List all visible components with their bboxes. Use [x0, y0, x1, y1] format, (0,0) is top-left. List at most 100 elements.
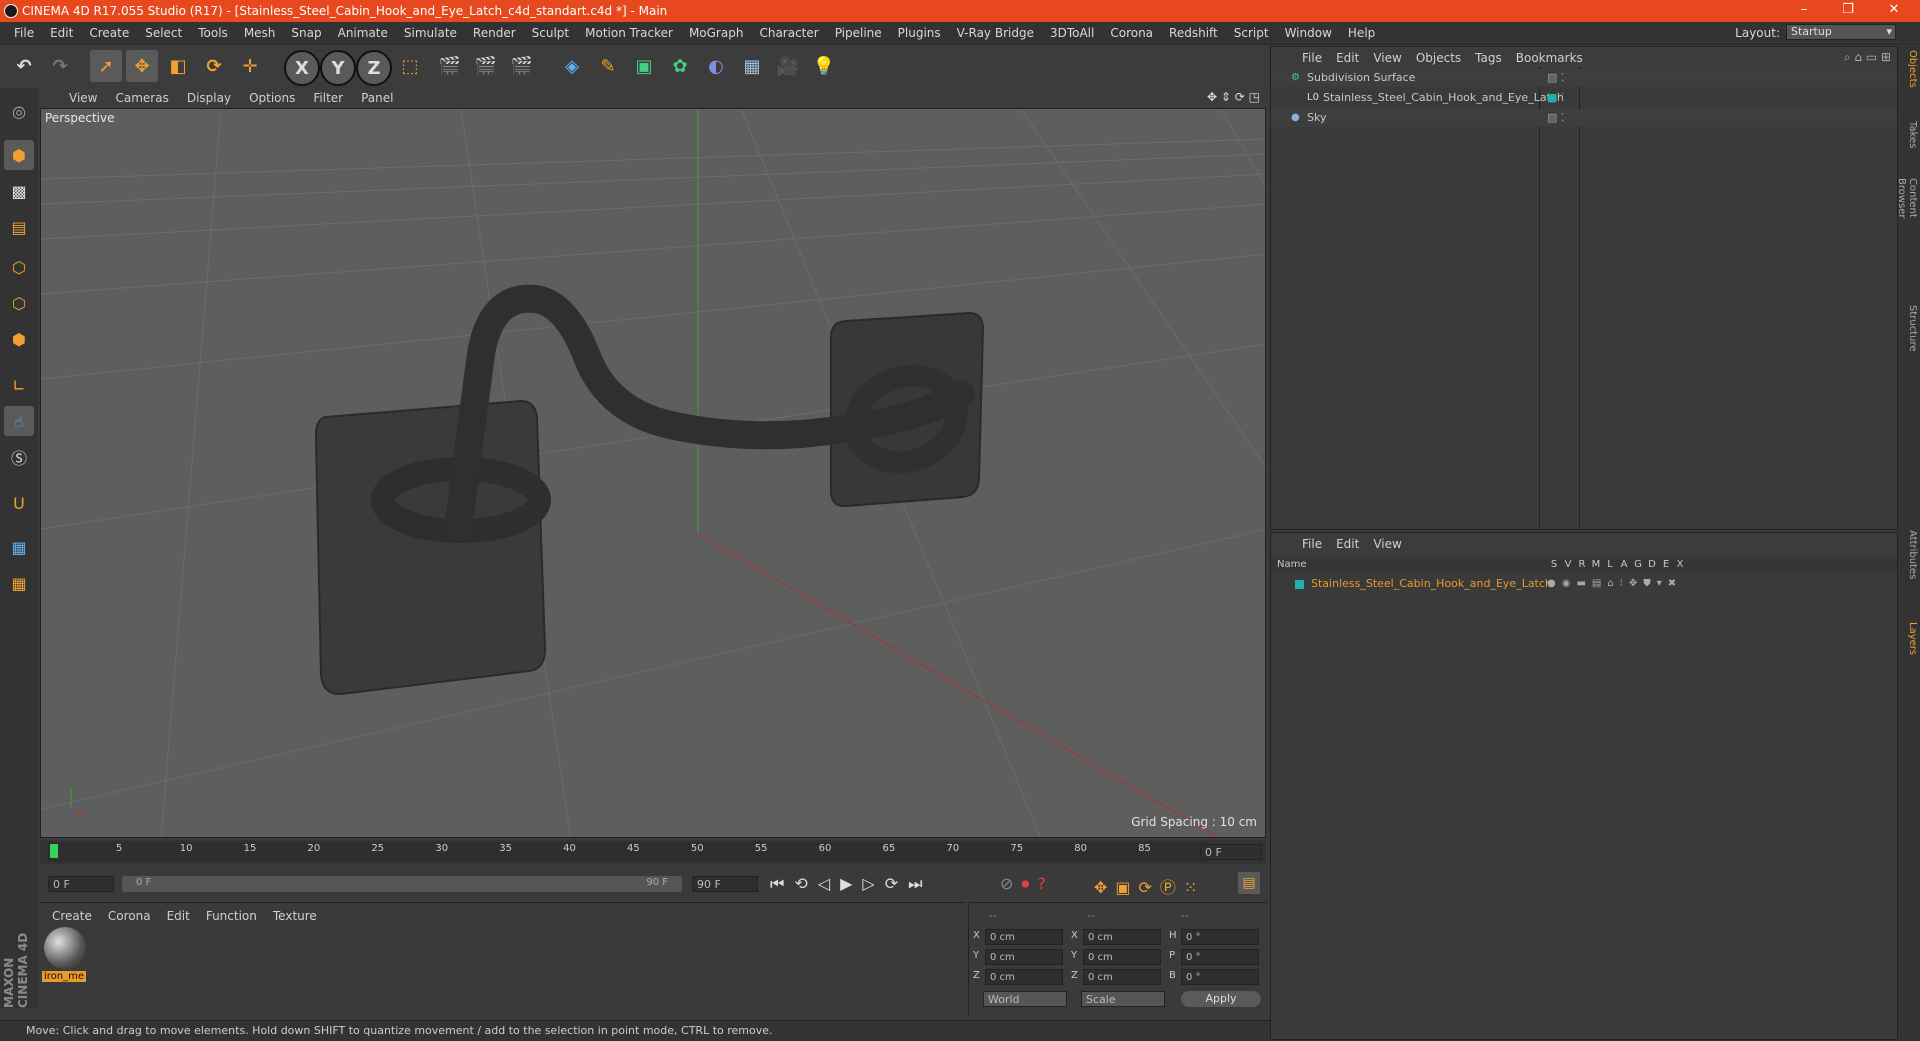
layer-menu-edit[interactable]: Edit: [1329, 537, 1366, 551]
object-tree-item[interactable]: ⚙ Subdivision Surface ▨ ⁚: [1271, 69, 1897, 87]
menu-render[interactable]: Render: [465, 26, 524, 40]
3d-viewport[interactable]: Perspective Grid Spacing: 10 cm: [40, 108, 1266, 838]
coord-value-field[interactable]: 0 °: [1181, 969, 1259, 985]
side-tab-structure[interactable]: Structure: [1900, 305, 1918, 352]
range-slider[interactable]: 0 F 90 F: [122, 876, 682, 892]
key-filter-buttons[interactable]: ✥▣⟳Ⓟ⁙: [1094, 874, 1205, 898]
rotate-tool-icon[interactable]: ⟳: [198, 50, 230, 82]
menu-simulate[interactable]: Simulate: [396, 26, 465, 40]
viewport-menu-panel[interactable]: Panel: [352, 91, 402, 105]
menu-animate[interactable]: Animate: [330, 26, 396, 40]
axis-mode-icon[interactable]: ∟: [4, 370, 34, 400]
subdivision-surface-icon[interactable]: ▣: [628, 50, 660, 82]
layer-menu-file[interactable]: File: [1295, 537, 1329, 551]
start-frame-field[interactable]: 0 F: [48, 876, 114, 892]
menu-create[interactable]: Create: [81, 26, 137, 40]
material-preview-icon[interactable]: [44, 927, 86, 969]
transform-tool-icon[interactable]: ✛: [234, 50, 266, 82]
snap-icon[interactable]: Ⓢ: [4, 442, 34, 472]
coordinate-system-icon[interactable]: ⬚: [394, 50, 426, 82]
render-settings-icon[interactable]: 🎬: [506, 50, 538, 82]
tweak-mode-icon[interactable]: ☝: [4, 406, 34, 436]
end-frame-field[interactable]: 90 F: [692, 876, 758, 892]
viewport-menu-cameras[interactable]: Cameras: [106, 91, 177, 105]
coord-value-field[interactable]: 0 °: [1181, 929, 1259, 945]
menu-snap[interactable]: Snap: [283, 26, 329, 40]
menu-edit[interactable]: Edit: [42, 26, 81, 40]
axis-y-button[interactable]: Y: [320, 50, 356, 86]
object-tree-item[interactable]: L0 Stainless_Steel_Cabin_Hook_and_Eye_Lat…: [1271, 89, 1897, 107]
hook-and-eye-model[interactable]: [314, 284, 985, 696]
menu-help[interactable]: Help: [1340, 26, 1383, 40]
edges-mode-icon[interactable]: ⬡: [4, 288, 34, 318]
side-tab-layers[interactable]: Layers: [1900, 622, 1918, 655]
object-menu-edit[interactable]: Edit: [1329, 51, 1366, 65]
scale-tool-icon[interactable]: ◧: [162, 50, 194, 82]
coord-value-field[interactable]: 0 cm: [1083, 949, 1161, 965]
workplane-icon[interactable]: ▤: [4, 212, 34, 242]
menu-mesh[interactable]: Mesh: [236, 26, 284, 40]
side-tab-takes[interactable]: Takes: [1900, 121, 1918, 148]
select-tool-icon[interactable]: ➚: [90, 50, 122, 82]
material-menu-corona[interactable]: Corona: [100, 909, 159, 923]
axis-x-button[interactable]: X: [284, 50, 320, 86]
model-mode-icon[interactable]: ⬢: [4, 140, 34, 170]
layer-flag-v[interactable]: V: [1561, 559, 1575, 570]
menu-window[interactable]: Window: [1277, 26, 1340, 40]
object-visibility-icon[interactable]: ▨ ⁚: [1547, 69, 1564, 87]
texture-mode-icon[interactable]: ▩: [4, 176, 34, 206]
current-frame-field[interactable]: 0 F: [1200, 844, 1262, 860]
timeline-window-icon[interactable]: ▤: [1238, 872, 1260, 894]
magnet-icon[interactable]: U: [4, 488, 34, 518]
material-menu-create[interactable]: Create: [44, 909, 100, 923]
viewport-nav-icons[interactable]: ✥ ⇕ ⟳ ◳: [1207, 90, 1260, 104]
layer-row[interactable]: Stainless_Steel_Cabin_Hook_and_Eye_Latch…: [1271, 575, 1897, 593]
object-search-icons[interactable]: ⌕ ⌂ ▭ ⊞: [1844, 50, 1891, 65]
render-view-icon[interactable]: 🎬: [434, 50, 466, 82]
redo-icon[interactable]: ↷: [44, 50, 76, 82]
layer-flag-s[interactable]: S: [1547, 559, 1561, 570]
material-menu-texture[interactable]: Texture: [265, 909, 325, 923]
menu-file[interactable]: File: [6, 26, 42, 40]
move-tool-icon[interactable]: ✥: [126, 50, 158, 82]
material-name[interactable]: iron_me: [42, 971, 87, 982]
object-menu-bookmarks[interactable]: Bookmarks: [1509, 51, 1590, 65]
points-mode-icon[interactable]: ⬡: [4, 252, 34, 282]
undo-icon[interactable]: ↶: [8, 50, 40, 82]
object-menu-tags[interactable]: Tags: [1468, 51, 1509, 65]
layer-menu-view[interactable]: View: [1366, 537, 1408, 551]
coord-mode-world[interactable]: World: [983, 991, 1067, 1007]
object-visibility-icon[interactable]: ■ ⁚: [1547, 89, 1564, 107]
layer-flag-m[interactable]: M: [1589, 559, 1603, 570]
floor-icon[interactable]: ▦: [736, 50, 768, 82]
coord-value-field[interactable]: 0 °: [1181, 949, 1259, 965]
viewport-menu-view[interactable]: View: [60, 91, 106, 105]
timeline-ruler[interactable]: 051015202530354045505560657075808590 0 F: [40, 840, 1266, 864]
coord-mode-scale[interactable]: Scale: [1081, 991, 1165, 1007]
menu-tools[interactable]: Tools: [190, 26, 236, 40]
coord-value-field[interactable]: 0 cm: [1083, 969, 1161, 985]
close-button[interactable]: ✕: [1874, 2, 1914, 20]
light-icon[interactable]: 💡: [808, 50, 840, 82]
object-menu-file[interactable]: File: [1295, 51, 1329, 65]
lock-workplane-icon[interactable]: ▦: [4, 532, 34, 562]
material-menu-function[interactable]: Function: [198, 909, 265, 923]
minimize-button[interactable]: –: [1784, 2, 1824, 20]
cube-primitive-icon[interactable]: ◈: [556, 50, 588, 82]
material-menu-edit[interactable]: Edit: [159, 909, 198, 923]
menu-redshift[interactable]: Redshift: [1161, 26, 1226, 40]
coord-value-field[interactable]: 0 cm: [985, 929, 1063, 945]
object-tree-item[interactable]: ● Sky ▨ ⁚: [1271, 109, 1897, 127]
object-visibility-icon[interactable]: ▨ ⁚: [1547, 109, 1564, 127]
viewport-menu-display[interactable]: Display: [178, 91, 240, 105]
layer-flag-r[interactable]: R: [1575, 559, 1589, 570]
menu-character[interactable]: Character: [751, 26, 826, 40]
menu-plugins[interactable]: Plugins: [890, 26, 949, 40]
layer-flag-e[interactable]: E: [1659, 559, 1673, 570]
transport-buttons[interactable]: ⏮⟲◁▶▷⟳⏭: [770, 874, 933, 894]
menu-select[interactable]: Select: [137, 26, 190, 40]
menu-motion-tracker[interactable]: Motion Tracker: [577, 26, 681, 40]
coord-value-field[interactable]: 0 cm: [985, 969, 1063, 985]
menu-corona[interactable]: Corona: [1102, 26, 1161, 40]
layer-flag-l[interactable]: L: [1603, 559, 1617, 570]
